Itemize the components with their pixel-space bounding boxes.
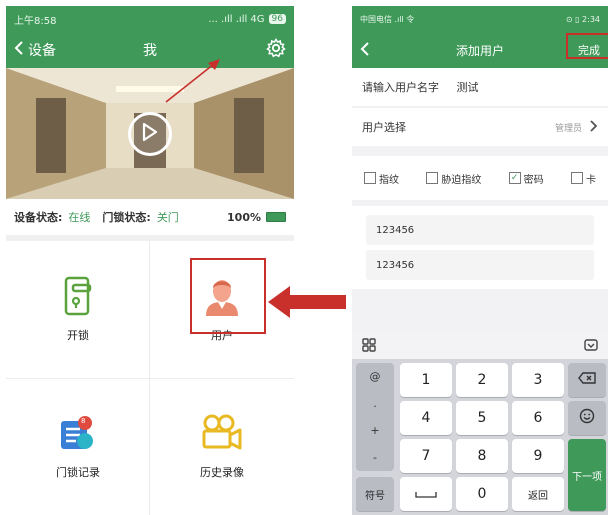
symbol-key[interactable]: 符号: [356, 477, 394, 511]
checkbox-icon: [426, 172, 439, 184]
back-button[interactable]: 设备: [14, 40, 56, 60]
user-type-label: 用户选择: [362, 121, 406, 134]
status-bar: 中国电信 .ıll 令 ⊙ ▯ 2:34: [352, 6, 608, 32]
checkmark-icon: ✓: [508, 172, 521, 184]
backspace-icon: [578, 372, 596, 388]
checkbox-icon: [364, 172, 376, 184]
history-video-label: 历史录像: [200, 466, 244, 479]
back-label: 设备: [28, 43, 56, 59]
symbol-column: @ . + -: [356, 363, 394, 471]
key-7[interactable]: 7: [400, 439, 452, 473]
key-6[interactable]: 6: [512, 401, 564, 435]
lock-status-value: 关门: [156, 211, 179, 224]
status-icons: ⊙ ▯ 2:34: [565, 14, 600, 24]
battery-level: 100%: [227, 210, 261, 224]
device-status-label: 设备状态:: [14, 211, 63, 224]
record-badge: 8: [81, 417, 86, 425]
lock-record-icon: 8: [58, 413, 98, 456]
username-value: 测试: [456, 81, 479, 94]
space-key[interactable]: [400, 477, 452, 511]
done-highlight-box: [566, 33, 608, 59]
user-type-row[interactable]: 用户选择 管理员: [352, 108, 608, 146]
smiley-icon: [579, 408, 595, 428]
space-icon: [415, 486, 437, 502]
return-key[interactable]: 返回: [512, 477, 564, 511]
username-row[interactable]: 请输入用户名字 测试: [352, 68, 608, 106]
chevron-right-icon: [590, 119, 598, 135]
key-4[interactable]: 4: [400, 401, 452, 435]
key-plus[interactable]: +: [370, 424, 379, 437]
right-phone-screen: 中国电信 .ıll 令 ⊙ ▯ 2:34 添加用户 完成 请输入用户名字 测试 …: [352, 6, 608, 515]
battery-full-icon: [266, 212, 286, 222]
lock-record-tile[interactable]: 8 门锁记录: [6, 378, 150, 515]
fingerprint-checkbox[interactable]: 指纹: [364, 171, 399, 186]
password-input[interactable]: 123456: [366, 215, 594, 245]
unlock-icon: [61, 276, 95, 319]
key-dot[interactable]: .: [373, 397, 377, 410]
key-9[interactable]: 9: [512, 439, 564, 473]
play-button[interactable]: [128, 111, 172, 156]
key-minus[interactable]: -: [373, 451, 377, 464]
key-0[interactable]: 0: [456, 477, 508, 511]
camera-preview[interactable]: [6, 68, 294, 199]
unlock-label: 开锁: [67, 329, 89, 342]
user-type-value: 管理员: [554, 123, 582, 134]
keyboard-hide-icon[interactable]: [584, 338, 598, 354]
key-3[interactable]: 3: [512, 363, 564, 397]
gear-icon[interactable]: [266, 38, 286, 62]
status-carrier: 中国电信 .ıll 令: [360, 14, 415, 24]
history-video-tile[interactable]: 历史录像: [150, 378, 294, 515]
key-2[interactable]: 2: [456, 363, 508, 397]
emoji-key[interactable]: [568, 401, 606, 435]
key-at[interactable]: @: [370, 370, 381, 383]
pointer-arrow: [268, 282, 348, 326]
device-status-row: 设备状态: 在线 门锁状态: 关门 100%: [6, 199, 294, 241]
done-pointer-arrow: [164, 56, 224, 110]
password-checkbox[interactable]: ✓ 密码: [508, 171, 544, 186]
lock-status-label: 门锁状态:: [102, 211, 151, 224]
status-bar: 上午8:58 ... .ıll .ıll 4G 96: [6, 6, 294, 32]
username-label: 请输入用户名字: [362, 81, 439, 94]
keyboard-toolbar: [352, 333, 608, 359]
highlight-box: [190, 258, 266, 334]
password-fields: 123456 123456: [352, 206, 608, 289]
battery-icon: 96: [268, 14, 286, 24]
numeric-keyboard: @ . + - 1 2 3 4 5 6 7 8 9 下一项 符号 0 返回: [352, 333, 608, 515]
key-8[interactable]: 8: [456, 439, 508, 473]
key-5[interactable]: 5: [456, 401, 508, 435]
card-checkbox[interactable]: 卡: [570, 171, 596, 186]
key-1[interactable]: 1: [400, 363, 452, 397]
lock-record-label: 门锁记录: [56, 466, 100, 479]
chevron-left-icon: [14, 41, 24, 59]
back-button[interactable]: [360, 41, 370, 60]
title-bar: 设备 我: [6, 32, 294, 68]
video-camera-icon: [201, 413, 243, 456]
play-icon: [142, 122, 158, 145]
keyboard-grid-icon[interactable]: [362, 337, 376, 355]
status-time: 上午8:58: [14, 15, 57, 27]
password-confirm-input[interactable]: 123456: [366, 250, 594, 280]
device-status-value: 在线: [68, 211, 91, 224]
duress-fingerprint-checkbox[interactable]: 胁迫指纹: [426, 171, 481, 186]
next-key[interactable]: 下一项: [568, 439, 606, 511]
auth-method-checks: 指纹 胁迫指纹 ✓ 密码 卡: [352, 156, 608, 200]
unlock-tile[interactable]: 开锁: [6, 241, 150, 378]
backspace-key[interactable]: [568, 363, 606, 397]
checkbox-icon: [570, 172, 583, 184]
status-icons: ... .ıll .ıll 4G 96: [208, 14, 286, 25]
